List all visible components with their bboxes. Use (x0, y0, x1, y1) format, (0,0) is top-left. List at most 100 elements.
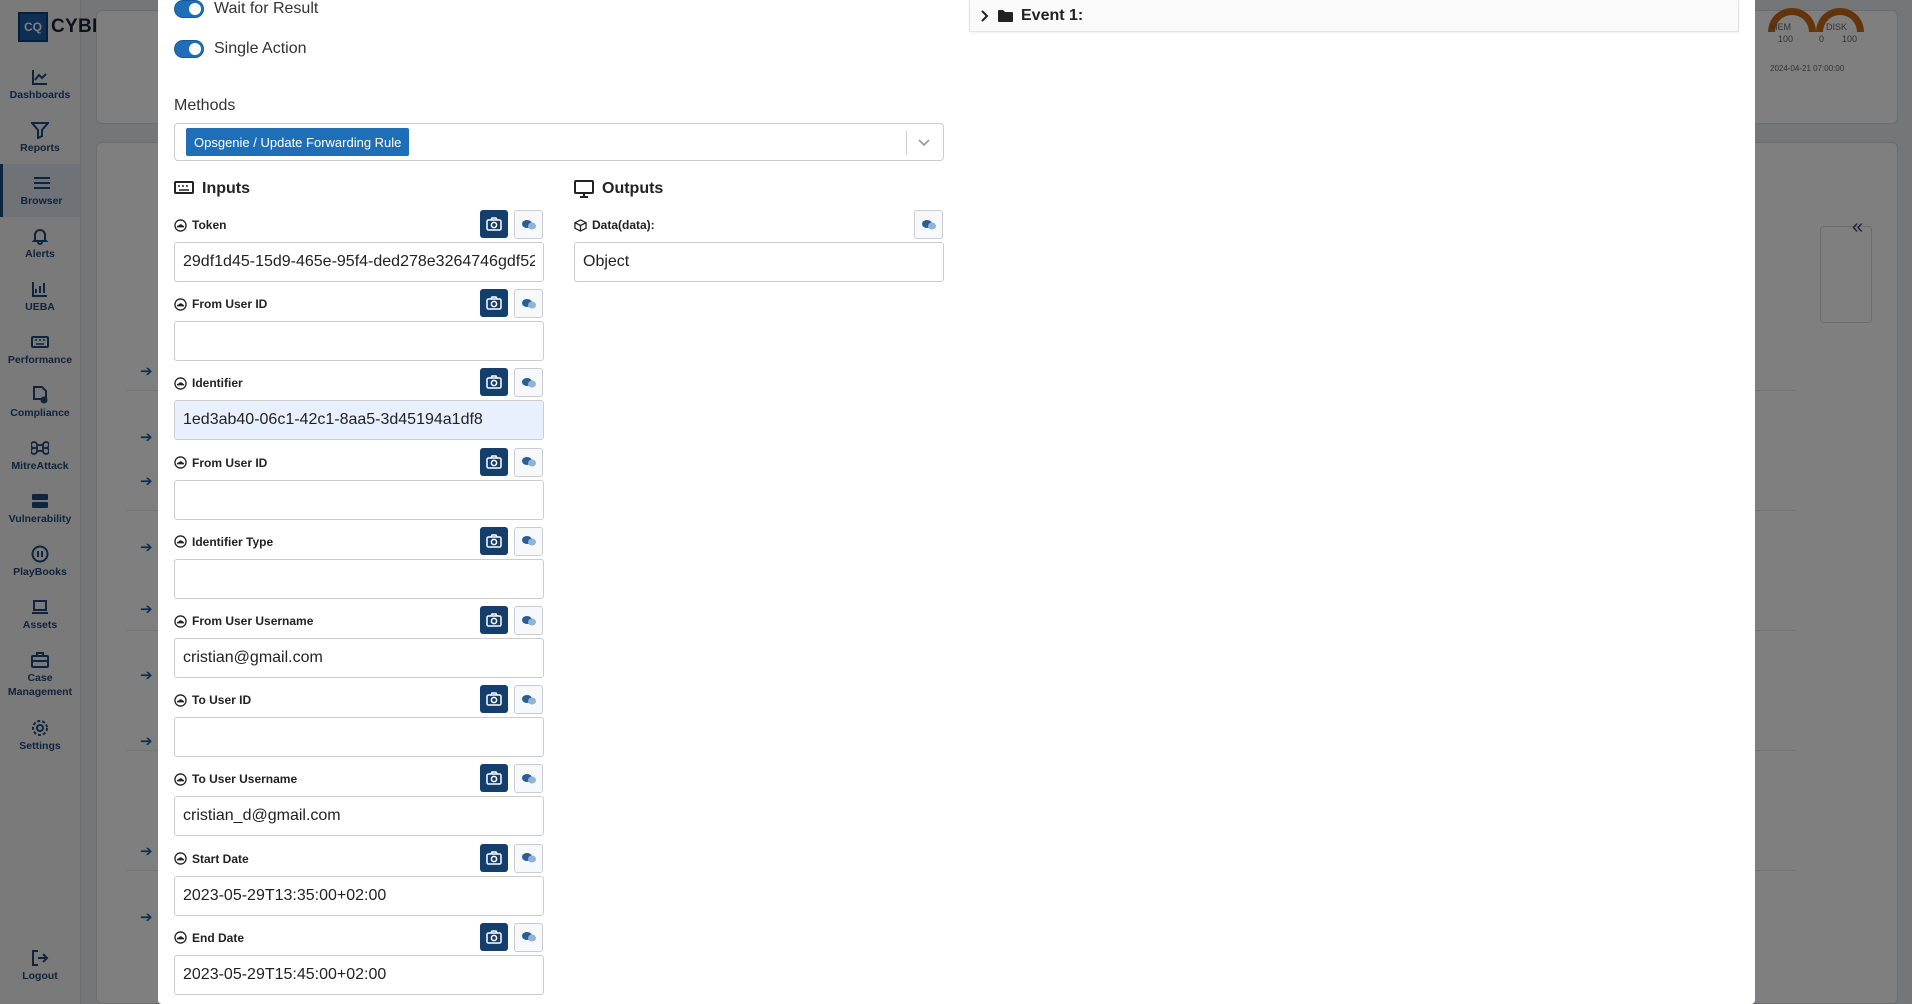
variable-icon (521, 377, 536, 388)
inputs-section-title: Inputs (174, 180, 250, 198)
snapshot-button[interactable] (480, 447, 508, 476)
variable-icon (521, 694, 536, 705)
snapshot-button[interactable] (480, 843, 508, 872)
variable-icon (921, 219, 936, 229)
camera-icon (486, 534, 502, 548)
input-field-label: Identifier Type (174, 535, 273, 549)
input-field-label: To User ID (174, 693, 251, 707)
input-field[interactable] (174, 638, 544, 678)
variable-button[interactable] (514, 526, 543, 556)
variable-icon (521, 298, 536, 309)
variable-icon (521, 219, 536, 229)
snapshot-button[interactable] (480, 685, 508, 714)
event-1-header[interactable]: Event 1: (969, 0, 1739, 32)
inputs-title: Inputs (202, 180, 250, 197)
chevron-down-icon[interactable] (915, 133, 933, 151)
monitor-icon (574, 180, 594, 198)
input-field-label: From User ID (174, 297, 267, 311)
snapshot-button[interactable] (480, 764, 508, 793)
camera-icon (486, 613, 502, 627)
wait-for-result-toggle[interactable]: Wait for Result (174, 0, 318, 18)
snapshot-button[interactable] (480, 210, 508, 238)
input-field[interactable] (174, 558, 544, 599)
input-label-text: End Date (192, 930, 245, 945)
input-label-text: Start Date (192, 851, 249, 866)
camera-icon (486, 296, 502, 310)
variable-button[interactable] (514, 368, 543, 398)
input-field-label: Start Date (174, 852, 249, 866)
folder-icon (998, 10, 1013, 22)
camera-icon (486, 375, 502, 390)
variable-button[interactable] (514, 922, 543, 952)
variable-icon (521, 536, 536, 546)
chevron-right-icon[interactable] (980, 9, 990, 23)
input-field-label: Token (174, 218, 226, 232)
input-field[interactable] (174, 717, 544, 758)
input-field[interactable] (174, 479, 544, 520)
input-field-label: Identifier (174, 376, 243, 390)
snapshot-button[interactable] (480, 526, 508, 555)
output-label-text: Data(data): (592, 218, 655, 232)
camera-icon (486, 454, 502, 469)
single-action-toggle[interactable]: Single Action (174, 40, 307, 58)
snapshot-button[interactable] (480, 289, 508, 318)
snapshot-button[interactable] (480, 606, 508, 634)
input-field[interactable] (174, 954, 544, 995)
cloud-icon (174, 456, 187, 469)
variable-button[interactable] (514, 447, 543, 477)
input-field-label: To User Username (174, 772, 297, 786)
variable-icon (521, 853, 536, 863)
variable-button[interactable] (514, 843, 543, 873)
outputs-title: Outputs (602, 180, 664, 197)
input-label-text: From User Username (192, 614, 314, 628)
cloud-icon (174, 693, 187, 707)
cloud-icon (174, 931, 187, 945)
cloud-icon (174, 377, 187, 390)
variable-icon (521, 773, 536, 784)
output-field-label: Data(data): (574, 218, 655, 232)
toggle-switch[interactable] (174, 40, 204, 58)
event-title: Event 1: (1021, 6, 1084, 24)
cloud-icon (174, 218, 187, 232)
variable-button[interactable] (514, 289, 543, 319)
input-label-text: From User ID (192, 297, 268, 312)
variable-button[interactable] (514, 685, 543, 715)
outputs-section-title: Outputs (574, 180, 663, 198)
variable-button[interactable] (514, 606, 543, 635)
input-field[interactable] (174, 242, 544, 282)
input-field[interactable] (174, 400, 544, 441)
camera-icon (486, 850, 502, 865)
input-label-text: Identifier (192, 376, 243, 391)
cloud-icon (174, 297, 187, 311)
camera-icon (486, 771, 502, 786)
variable-button[interactable] (514, 764, 543, 794)
input-field[interactable] (174, 796, 544, 837)
cloud-icon (174, 773, 187, 786)
cloud-icon (174, 614, 187, 628)
input-field[interactable] (174, 321, 544, 362)
input-label-text: To User Username (192, 772, 298, 787)
input-label-text: Token (192, 218, 227, 232)
input-label-text: Identifier Type (192, 534, 274, 549)
variable-button[interactable] (514, 210, 543, 239)
input-field[interactable] (174, 875, 544, 916)
keyboard-icon (174, 181, 194, 194)
cloud-icon (174, 852, 187, 865)
input-label-text: From User ID (192, 455, 268, 470)
toggle-switch[interactable] (174, 0, 204, 18)
select-separator (906, 131, 907, 155)
output-field-data[interactable] (574, 242, 944, 282)
cloud-icon (174, 535, 187, 549)
methods-select[interactable]: Opsgenie / Update Forwarding Rule (174, 123, 944, 161)
snapshot-button[interactable] (480, 368, 508, 397)
methods-label: Methods (174, 97, 236, 114)
input-label-text: To User ID (192, 693, 252, 708)
variable-icon (521, 457, 536, 467)
snapshot-button[interactable] (480, 922, 508, 951)
variable-icon (521, 615, 536, 625)
toggle-label: Single Action (214, 40, 307, 57)
selected-method-chip[interactable]: Opsgenie / Update Forwarding Rule (186, 128, 410, 156)
variable-icon (521, 932, 536, 942)
output-variable-button[interactable] (914, 210, 943, 239)
camera-icon (486, 930, 502, 944)
